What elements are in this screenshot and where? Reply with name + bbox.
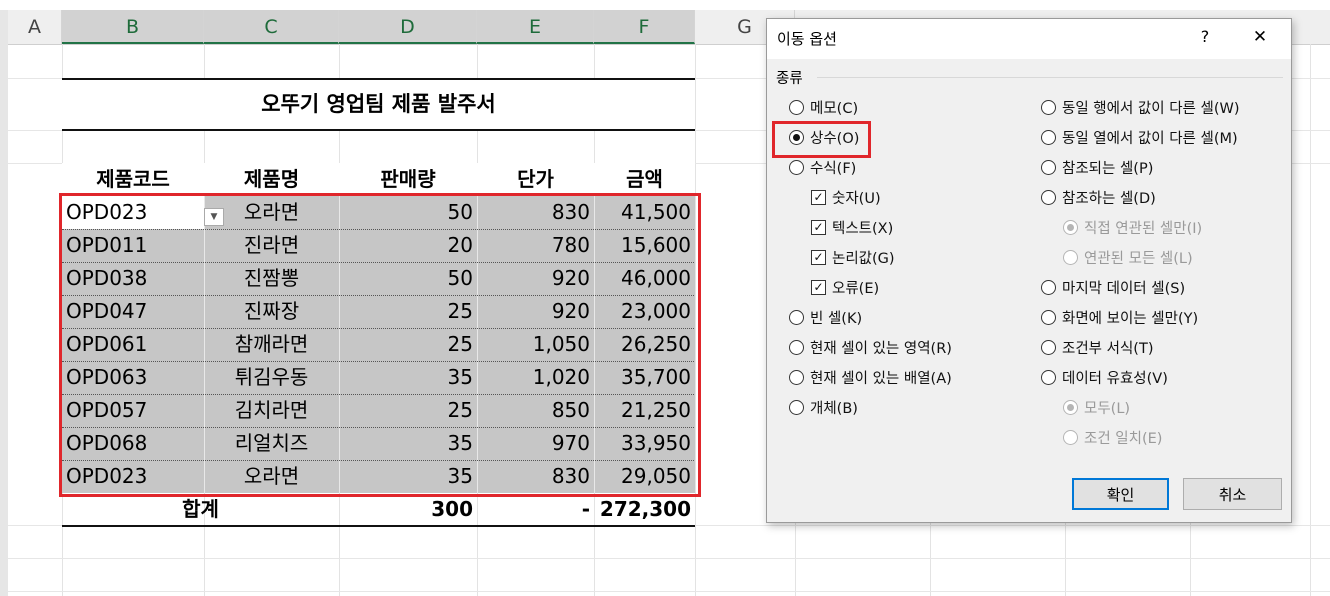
header-amount[interactable]: 금액 xyxy=(594,163,695,196)
radio-icon[interactable] xyxy=(1041,99,1056,115)
total-quantity[interactable]: 300 xyxy=(339,493,477,526)
radio-option[interactable]: 메모(C) xyxy=(789,98,858,120)
checkbox-option[interactable]: ✓ 텍스트(X) xyxy=(811,218,893,240)
radio-option[interactable]: 빈 셀(K) xyxy=(789,308,862,330)
radio-selected-icon xyxy=(1063,399,1078,415)
total-label[interactable]: 합계 xyxy=(62,493,339,526)
radio-icon[interactable] xyxy=(1041,189,1056,205)
radio-icon[interactable] xyxy=(1041,369,1056,385)
header-quantity[interactable]: 판매량 xyxy=(339,163,477,196)
column-header-b[interactable]: B xyxy=(62,10,204,44)
radio-option[interactable]: 현재 셀이 있는 영역(R) xyxy=(789,338,952,360)
radio-option[interactable]: 데이터 유효성(V) xyxy=(1041,368,1168,390)
option-label: 조건 일치(E) xyxy=(1084,431,1163,447)
group-label: 종류 xyxy=(776,71,803,87)
checkbox-option[interactable]: ✓ 오류(E) xyxy=(811,278,879,300)
option-label: 현재 셀이 있는 배열(A) xyxy=(810,371,952,387)
option-label: 동일 행에서 값이 다른 셀(W) xyxy=(1062,101,1240,117)
option-label: 참조되는 셀(P) xyxy=(1062,161,1154,177)
radio-icon[interactable] xyxy=(1041,339,1056,355)
radio-selected-icon xyxy=(1063,219,1078,235)
close-icon: ✕ xyxy=(1252,27,1268,47)
radio-option: 직접 연관된 셀만(I) xyxy=(1063,218,1202,240)
radio-option[interactable]: 개체(B) xyxy=(789,398,858,420)
option-label: 숫자(U) xyxy=(832,191,881,207)
option-label: 오류(E) xyxy=(832,281,880,297)
radio-icon[interactable] xyxy=(789,339,804,355)
radio-icon[interactable] xyxy=(789,309,804,325)
radio-option[interactable]: 참조하는 셀(D) xyxy=(1041,188,1156,210)
radio-option: 연관된 모든 셀(L) xyxy=(1063,248,1193,270)
radio-icon xyxy=(1063,429,1078,445)
checkbox-checked-icon[interactable]: ✓ xyxy=(811,219,826,235)
checkbox-option[interactable]: ✓ 논리값(G) xyxy=(811,248,895,270)
ok-button[interactable]: 확인 xyxy=(1072,478,1169,510)
radio-icon[interactable] xyxy=(789,369,804,385)
radio-option[interactable]: 동일 열에서 값이 다른 셀(M) xyxy=(1041,128,1238,150)
total-price[interactable]: - xyxy=(477,493,594,526)
option-label: 조건부 서식(T) xyxy=(1062,341,1154,357)
radio-option[interactable]: 화면에 보이는 셀만(Y) xyxy=(1041,308,1198,330)
radio-option[interactable]: 조건부 서식(T) xyxy=(1041,338,1153,360)
radio-icon[interactable] xyxy=(1041,129,1056,145)
radio-option[interactable]: 참조되는 셀(P) xyxy=(1041,158,1153,180)
close-button[interactable]: ✕ xyxy=(1245,27,1275,47)
option-label: 현재 셀이 있는 영역(R) xyxy=(810,341,952,357)
radio-icon[interactable] xyxy=(1041,279,1056,295)
selected-option-highlight xyxy=(772,121,871,158)
option-label: 화면에 보이는 셀만(Y) xyxy=(1062,311,1199,327)
radio-option: 조건 일치(E) xyxy=(1063,428,1162,450)
column-header-f[interactable]: F xyxy=(594,10,695,44)
option-label: 수식(F) xyxy=(810,161,857,177)
checkbox-checked-icon[interactable]: ✓ xyxy=(811,279,826,295)
radio-icon[interactable] xyxy=(1041,159,1056,175)
radio-option[interactable]: 수식(F) xyxy=(789,158,856,180)
option-label: 마지막 데이터 셀(S) xyxy=(1062,281,1186,297)
option-label: 데이터 유효성(V) xyxy=(1062,371,1168,387)
option-label: 논리값(G) xyxy=(832,251,895,267)
help-button[interactable]: ? xyxy=(1193,27,1217,46)
row-header-strip xyxy=(0,10,8,596)
highlight-box xyxy=(59,193,701,497)
option-label: 모두(L) xyxy=(1084,401,1131,417)
header-unit-price[interactable]: 단가 xyxy=(477,163,594,196)
radio-icon[interactable] xyxy=(789,399,804,415)
header-product-name[interactable]: 제품명 xyxy=(204,163,339,196)
option-label: 텍스트(X) xyxy=(832,221,894,237)
option-label: 동일 열에서 값이 다른 셀(M) xyxy=(1062,131,1238,147)
option-label: 개체(B) xyxy=(810,401,858,417)
dialog-title: 이동 옵션 xyxy=(777,30,837,48)
radio-option[interactable]: 동일 행에서 값이 다른 셀(W) xyxy=(1041,98,1240,120)
option-label: 직접 연관된 셀만(I) xyxy=(1084,221,1203,237)
checkbox-checked-icon[interactable]: ✓ xyxy=(811,249,826,265)
radio-icon xyxy=(1063,249,1078,265)
header-product-code[interactable]: 제품코드 xyxy=(62,163,204,196)
column-header-c[interactable]: C xyxy=(204,10,339,44)
column-header-e[interactable]: E xyxy=(477,10,594,44)
total-amount[interactable]: 272,300 xyxy=(594,493,695,526)
option-label: 참조하는 셀(D) xyxy=(1062,191,1156,207)
column-header-d[interactable]: D xyxy=(339,10,477,44)
option-label: 빈 셀(K) xyxy=(810,311,863,327)
radio-option[interactable]: 현재 셀이 있는 배열(A) xyxy=(789,368,952,390)
go-to-special-dialog: 이동 옵션 ? ✕ 종류 메모(C) 상수(O) 수식(F) ✓ 숫자(U) ✓ 텍스트(X… xyxy=(766,18,1292,523)
radio-icon[interactable] xyxy=(789,99,804,115)
cancel-button[interactable]: 취소 xyxy=(1183,478,1282,510)
radio-option: 모두(L) xyxy=(1063,398,1130,420)
checkbox-option[interactable]: ✓ 숫자(U) xyxy=(811,188,881,210)
radio-option[interactable]: 마지막 데이터 셀(S) xyxy=(1041,278,1185,300)
option-label: 메모(C) xyxy=(810,101,859,117)
radio-icon[interactable] xyxy=(1041,309,1056,325)
column-header-a[interactable]: A xyxy=(8,10,62,44)
radio-icon[interactable] xyxy=(789,159,804,175)
option-label: 연관된 모든 셀(L) xyxy=(1084,251,1193,267)
sheet-title[interactable]: 오뚜기 영업팀 제품 발주서 xyxy=(62,88,695,121)
checkbox-checked-icon[interactable]: ✓ xyxy=(811,189,826,205)
